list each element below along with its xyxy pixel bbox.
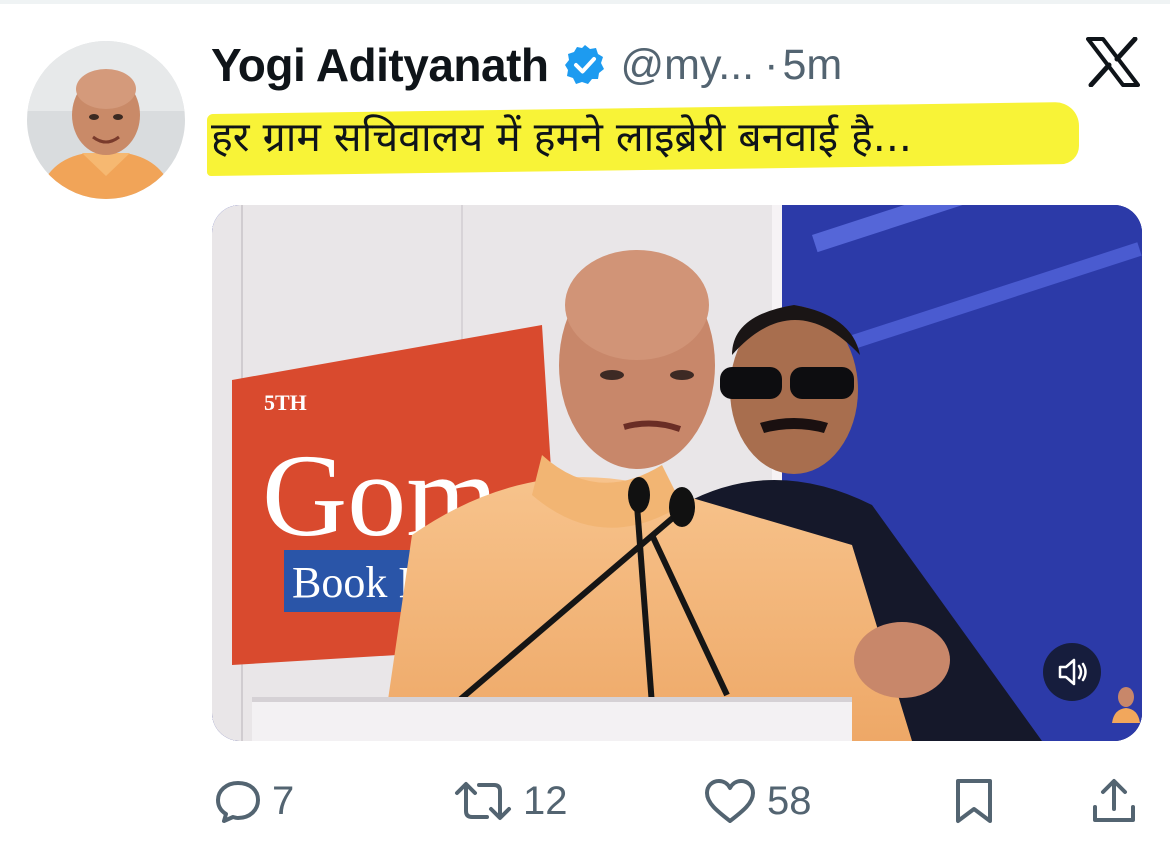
svg-text:5TH: 5TH <box>264 390 307 415</box>
top-divider <box>0 0 1170 4</box>
tweet-header: Yogi Adityanath @my... · 5m <box>211 34 842 96</box>
like-button[interactable]: 58 <box>703 768 812 834</box>
pip-thumbnail[interactable] <box>1110 685 1142 723</box>
tweet-text[interactable]: हर ग्राम सचिवालय में हमने लाइब्रेरी बनवा… <box>211 106 912 168</box>
repost-arrows-icon <box>455 782 511 820</box>
separator-dot: · <box>764 40 779 89</box>
bookmark-button[interactable] <box>952 768 996 834</box>
mute-toggle-button[interactable] <box>1043 643 1101 701</box>
repost-count: 12 <box>523 778 568 823</box>
avatar[interactable] <box>27 41 185 199</box>
share-button[interactable] <box>1090 768 1138 834</box>
like-count: 58 <box>767 778 812 823</box>
verified-badge-icon[interactable] <box>563 43 607 87</box>
repost-button[interactable]: 12 <box>453 768 568 834</box>
reply-button[interactable]: 7 <box>214 768 294 834</box>
bookmark-icon <box>956 779 992 823</box>
reply-count: 7 <box>272 778 295 823</box>
heart-icon <box>705 779 755 823</box>
video-media[interactable]: 5TH Gom Book F <box>212 205 1142 741</box>
speaker-muted-icon <box>1058 658 1087 686</box>
x-logo-icon <box>1086 36 1140 88</box>
tweet-text-block: हर ग्राम सचिवालय में हमने लाइब्रेरी बनवा… <box>207 101 1079 177</box>
timestamp[interactable]: 5m <box>782 41 842 90</box>
share-upload-icon <box>1093 779 1135 822</box>
reply-bubble-icon <box>216 781 260 823</box>
action-bar: 7 12 58 <box>0 768 1170 834</box>
author-name[interactable]: Yogi Adityanath <box>211 38 549 92</box>
author-handle[interactable]: @my... <box>621 41 755 90</box>
